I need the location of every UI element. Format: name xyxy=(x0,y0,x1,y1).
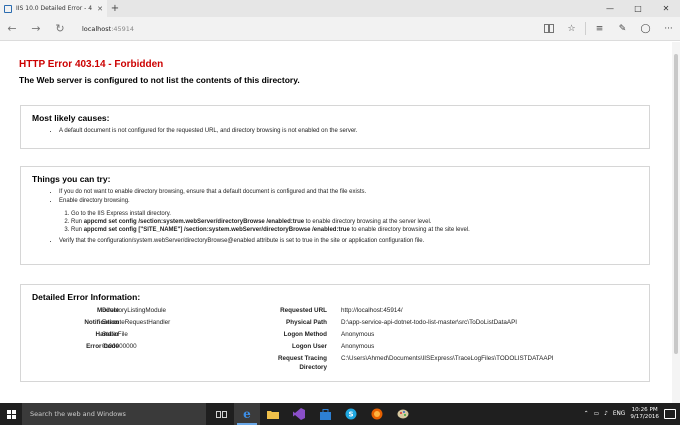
detail-value: Anonymous xyxy=(341,331,375,338)
svg-text:S: S xyxy=(348,411,353,419)
detail-label: Logon Method xyxy=(283,331,327,338)
tab-title: IIS 10.0 Detailed Error - 4 xyxy=(16,5,93,12)
paint-icon[interactable] xyxy=(390,403,416,425)
detail-label-continued: Directory xyxy=(299,364,327,371)
detail-label: Physical Path xyxy=(286,319,327,326)
detail-label: Logon User xyxy=(292,343,327,350)
things-to-try-box: Things you can try: If you do not want t… xyxy=(20,166,650,265)
window-controls: — □ ✕ xyxy=(596,0,680,17)
vertical-scrollbar[interactable] xyxy=(672,42,680,403)
toolbar-divider xyxy=(585,22,586,35)
clock[interactable]: 10:26 PM 9/17/2016 xyxy=(630,407,659,421)
detail-value: Anonymous xyxy=(341,343,375,350)
navigation-bar: ← → ↻ localhost:45914 ☆ ≡ ✎ ◯ ··· xyxy=(0,17,680,41)
try-item-text: Enable directory browsing. xyxy=(59,198,130,204)
address-host: localhost xyxy=(82,24,112,33)
close-window-icon[interactable]: ✕ xyxy=(652,0,680,17)
page-icon xyxy=(4,4,12,13)
back-arrow-icon[interactable]: ← xyxy=(0,17,24,41)
causes-heading: Most likely causes: xyxy=(32,113,110,123)
web-note-icon[interactable]: ✎ xyxy=(611,17,634,41)
taskbar-search-box[interactable]: Search the web and Windows xyxy=(22,403,206,425)
firefox-icon[interactable] xyxy=(364,403,390,425)
try-item: If you do not want to enable directory b… xyxy=(59,188,649,197)
detail-label: Request Tracing xyxy=(278,355,327,362)
step-suffix: to enable directory browsing at the serv… xyxy=(304,219,432,225)
try-step: Run appcmd set config ["SITE_NAME"] /sec… xyxy=(71,226,649,234)
maximize-icon[interactable]: □ xyxy=(624,0,652,17)
detail-value: http://localhost:45914/ xyxy=(341,307,403,314)
try-item: Enable directory browsing. Go to the IIS… xyxy=(59,197,649,234)
network-icon[interactable]: ▭ xyxy=(594,411,599,417)
new-tab-button[interactable]: + xyxy=(107,0,123,17)
command-text: appcmd set config /section:system.webSer… xyxy=(83,219,305,225)
windows-logo-icon xyxy=(6,409,16,419)
windows-taskbar: Search the web and Windows e S ⌃ ▭ ♪ ENG… xyxy=(0,403,680,425)
page-content: HTTP Error 403.14 - Forbidden The Web se… xyxy=(0,42,672,403)
error-title: HTTP Error 403.14 - Forbidden xyxy=(19,59,164,70)
show-hidden-icons-icon[interactable]: ⌃ xyxy=(584,411,589,417)
try-step: Run appcmd set config /section:system.we… xyxy=(71,218,649,226)
try-step: Go to the IIS Express install directory. xyxy=(71,210,649,218)
task-view-icon[interactable] xyxy=(208,403,234,425)
reading-view-icon[interactable] xyxy=(537,17,560,41)
share-icon[interactable]: ◯ xyxy=(634,17,657,41)
error-subtitle: The Web server is configured to not list… xyxy=(19,75,300,85)
most-likely-causes-box: Most likely causes: A default document i… xyxy=(20,105,650,149)
detail-value: StaticFile xyxy=(102,331,128,338)
language-indicator[interactable]: ENG xyxy=(613,411,626,417)
details-heading: Detailed Error Information: xyxy=(32,292,141,302)
detail-value: C:\Users\Ahmed\Documents\IISExpress\Trac… xyxy=(341,355,554,362)
action-center-icon[interactable] xyxy=(664,409,676,419)
system-tray: ⌃ ▭ ♪ ENG 10:26 PM 9/17/2016 xyxy=(584,407,680,421)
detail-value: 0x00000000 xyxy=(102,343,137,350)
store-icon[interactable] xyxy=(312,403,338,425)
step-prefix: Run xyxy=(71,219,84,225)
file-explorer-icon[interactable] xyxy=(260,403,286,425)
detailed-error-box: Detailed Error Information: Module Direc… xyxy=(20,284,650,382)
hub-icon[interactable]: ≡ xyxy=(588,17,611,41)
browser-tab-strip: IIS 10.0 Detailed Error - 4 ✕ + — □ ✕ xyxy=(0,0,680,17)
close-tab-icon[interactable]: ✕ xyxy=(97,5,103,13)
scrollbar-thumb[interactable] xyxy=(674,54,678,354)
edge-browser-icon[interactable]: e xyxy=(234,403,260,425)
more-icon[interactable]: ··· xyxy=(657,17,680,41)
clock-time: 10:26 PM xyxy=(631,407,658,413)
forward-arrow-icon[interactable]: → xyxy=(24,17,48,41)
detail-label: Requested URL xyxy=(280,307,327,314)
step-suffix: to enable directory browsing at the site… xyxy=(349,227,470,233)
clock-date: 9/17/2016 xyxy=(630,414,659,420)
command-text: appcmd set config ["SITE_NAME"] /section… xyxy=(83,227,350,233)
refresh-icon[interactable]: ↻ xyxy=(48,17,72,41)
address-port: :45914 xyxy=(111,24,135,33)
step-prefix: Run xyxy=(71,227,84,233)
try-heading: Things you can try: xyxy=(32,174,111,184)
favorite-star-icon[interactable]: ☆ xyxy=(560,17,583,41)
cause-item: A default document is not configured for… xyxy=(59,127,649,136)
try-item: Verify that the configuration/system.web… xyxy=(59,237,649,246)
address-bar[interactable]: localhost:45914 xyxy=(82,20,502,37)
minimize-icon[interactable]: — xyxy=(596,0,624,17)
detail-value: DirectoryListingModule xyxy=(102,307,167,314)
browser-tab[interactable]: IIS 10.0 Detailed Error - 4 ✕ xyxy=(0,0,107,17)
skype-icon[interactable]: S xyxy=(338,403,364,425)
visual-studio-icon[interactable] xyxy=(286,403,312,425)
start-button[interactable] xyxy=(0,403,22,425)
search-placeholder: Search the web and Windows xyxy=(30,410,126,418)
detail-value: ExecuteRequestHandler xyxy=(102,319,171,326)
volume-icon[interactable]: ♪ xyxy=(604,411,608,417)
detail-value: D:\app-service-api-dotnet-todo-list-mast… xyxy=(341,319,518,326)
